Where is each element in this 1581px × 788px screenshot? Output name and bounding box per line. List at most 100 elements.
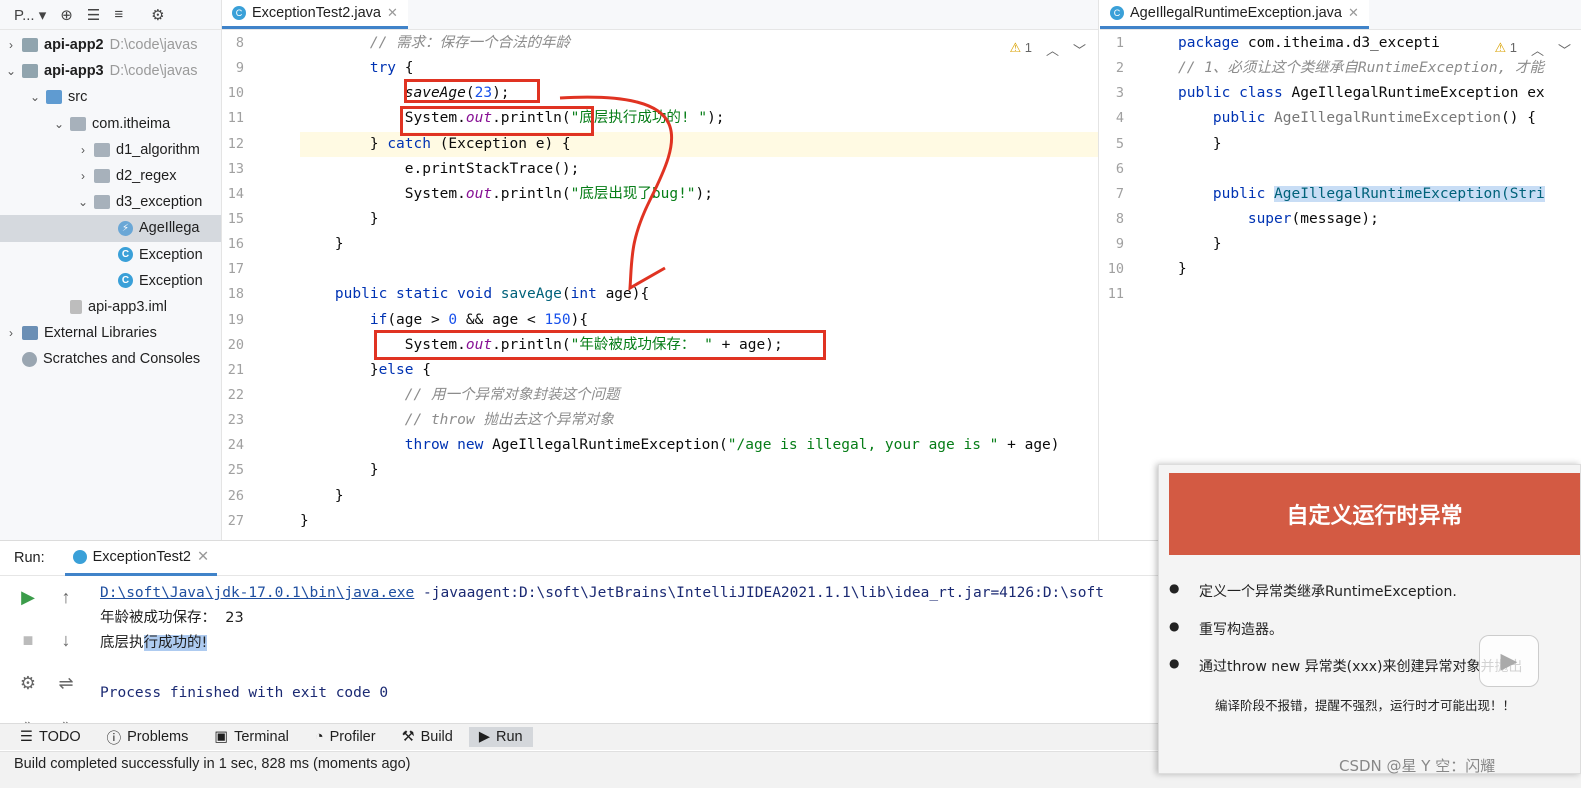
arrow-down-icon[interactable]: ↓ bbox=[62, 630, 71, 651]
line-number-gutter: 1 2 3 4 5 6 7 8 9 10 11 bbox=[1100, 31, 1166, 308]
watermark: CSDN @星 Y 空：闪耀 bbox=[1339, 757, 1496, 775]
tab-ageillegalruntimeexception[interactable]: C AgeIllegalRuntimeException.java ✕ bbox=[1100, 0, 1369, 29]
terminal-tool[interactable]: ▣ Terminal bbox=[214, 729, 289, 745]
editor-main[interactable]: C ExceptionTest2.java ✕ ⚠ 1 ︿ ﹀ 8 9 10 11 12… bbox=[222, 0, 1099, 540]
tree-item-label: AgeIllega bbox=[139, 220, 200, 237]
line-number: 6 bbox=[1115, 160, 1124, 177]
tree-item[interactable]: Scratches and Consoles bbox=[0, 346, 221, 372]
chevron-down-icon[interactable]: ⌄ bbox=[76, 195, 90, 209]
chevron-down-icon[interactable]: ⌄ bbox=[52, 117, 66, 131]
code-line: } bbox=[300, 462, 379, 479]
code-line: } bbox=[300, 210, 379, 227]
code-line: public class AgeIllegalRuntimeException … bbox=[1178, 85, 1545, 102]
module-icon bbox=[22, 64, 38, 79]
arrow-up-icon[interactable]: ↑ bbox=[62, 587, 71, 608]
pkg-icon bbox=[94, 142, 110, 157]
java-args: -javaagent:D:\soft\JetBrains\IntelliJIDE… bbox=[414, 585, 1104, 601]
pkg-icon bbox=[94, 195, 110, 210]
line-number: 4 bbox=[1115, 110, 1124, 127]
tree-item-path: D:\code\javas bbox=[109, 63, 198, 80]
tree-item-label: d2_regex bbox=[116, 168, 177, 185]
locate-icon[interactable]: ⊕ bbox=[60, 6, 73, 24]
gear-icon[interactable]: ⚙ bbox=[151, 6, 164, 24]
expand-all-icon[interactable]: ☰ bbox=[87, 6, 100, 24]
tree-item[interactable]: C Exception bbox=[0, 268, 221, 294]
src-icon bbox=[46, 90, 62, 105]
stop-icon[interactable]: ■ bbox=[23, 630, 34, 651]
chevron-right-icon[interactable]: › bbox=[4, 326, 18, 340]
chevron-right-icon[interactable]: › bbox=[4, 38, 18, 52]
tree-item[interactable]: › api-app2 D:\code\javas bbox=[0, 32, 221, 58]
project-view-selector[interactable]: P... ▾ bbox=[14, 6, 46, 24]
line-number: 17 bbox=[227, 261, 244, 278]
pkg-icon bbox=[94, 169, 110, 184]
tool-label: Problems bbox=[127, 729, 189, 745]
tree-item-label: api-app2 bbox=[44, 37, 104, 54]
line-number: 15 bbox=[227, 210, 244, 227]
tree-item[interactable]: › External Libraries bbox=[0, 320, 221, 346]
tab-exceptiontest2[interactable]: C ExceptionTest2.java ✕ bbox=[222, 0, 408, 29]
annotation-box bbox=[404, 79, 540, 103]
tree-item-label: d3_exception bbox=[116, 194, 203, 211]
tree-item-label: api-app3.iml bbox=[88, 298, 167, 315]
profiler-tool[interactable]: ◔ Profiler bbox=[315, 729, 376, 745]
build-tool[interactable]: ⚒ Build bbox=[402, 729, 453, 745]
line-number: 23 bbox=[227, 412, 244, 429]
tab-run-exceptiontest2[interactable]: ExceptionTest2 ✕ bbox=[64, 541, 218, 576]
tool-label: Run bbox=[495, 729, 523, 745]
chevron-right-icon[interactable]: › bbox=[76, 143, 90, 157]
list-icon: ☰ bbox=[20, 729, 33, 745]
close-icon[interactable]: ✕ bbox=[387, 5, 398, 21]
tree-item[interactable]: C Exception bbox=[0, 242, 221, 268]
settings-icon[interactable]: ⚙ bbox=[20, 673, 36, 694]
line-number: 11 bbox=[1107, 286, 1124, 303]
tree-item[interactable]: › d2_regex bbox=[0, 163, 221, 189]
class-icon: C bbox=[232, 5, 246, 20]
code-line: // 需求：保存一个合法的年龄 bbox=[369, 35, 571, 51]
code-line: } bbox=[300, 487, 344, 504]
tree-item-label: Scratches and Consoles bbox=[43, 351, 201, 368]
tree-item[interactable]: › d1_algorithm bbox=[0, 137, 221, 163]
java-path-link[interactable]: D:\soft\Java\jdk-17.0.1\bin\java.exe bbox=[100, 585, 414, 601]
chevron-right-icon[interactable]: › bbox=[76, 169, 90, 183]
todo-tool[interactable]: ☰ TODO bbox=[20, 729, 81, 745]
code-area[interactable]: package com.itheima.d3_excepti // 1、必须让这… bbox=[1178, 31, 1581, 308]
tree-item[interactable]: ⌄ com.itheima bbox=[0, 111, 221, 137]
run-tool[interactable]: ▶ Run bbox=[468, 727, 533, 747]
wrap-icon[interactable]: ⇌ bbox=[58, 673, 73, 694]
slide-overlay: 自定义运行时异常 定义一个异常类继承RuntimeException. 重写构造… bbox=[1158, 464, 1581, 775]
code-line: // 1、必须让这个类继承自RuntimeException, 才能 bbox=[1178, 60, 1545, 77]
rerun-icon[interactable]: ▶ bbox=[21, 587, 35, 608]
code-line: } bbox=[1178, 135, 1222, 152]
close-icon[interactable]: ✕ bbox=[197, 549, 209, 565]
editor2-tabbar: C AgeIllegalRuntimeException.java ✕ bbox=[1100, 0, 1581, 30]
exception-class-icon: C bbox=[1110, 5, 1124, 20]
line-number: 27 bbox=[227, 512, 244, 529]
code-line: System.out.println("底层出现了bug!"); bbox=[300, 185, 714, 202]
tree-item[interactable]: ⌄ d3_exception bbox=[0, 189, 221, 215]
code-line: // 用一个异常对象封装这个问题 bbox=[404, 386, 620, 403]
slide-bullet: 通过throw new 异常类(xxx)来创建异常对象并抛出 bbox=[1169, 656, 1522, 676]
tree-item[interactable]: ⌄ api-app3 D:\code\javas bbox=[0, 58, 221, 84]
line-number: 25 bbox=[227, 462, 244, 479]
console-selected-text: 行成功的! bbox=[143, 635, 208, 651]
console-text: 底层执 bbox=[100, 635, 144, 651]
chevron-down-icon[interactable]: ⌄ bbox=[28, 90, 42, 104]
code-line: e.printStackTrace(); bbox=[300, 160, 580, 177]
close-icon[interactable]: ✕ bbox=[1348, 5, 1359, 21]
tree-item[interactable]: api-app3.iml bbox=[0, 294, 221, 320]
line-number: 19 bbox=[227, 311, 244, 328]
lib-icon bbox=[22, 326, 38, 341]
exc-icon: ⚡ bbox=[118, 220, 133, 236]
module-icon bbox=[22, 38, 38, 53]
code-line: if(age > 0 && age < 150){ bbox=[369, 311, 589, 328]
tree-item[interactable]: ⌄ src bbox=[0, 84, 221, 110]
tree-item[interactable]: ⚡ AgeIllega bbox=[0, 215, 221, 242]
play-icon[interactable]: ▶ bbox=[1479, 635, 1539, 687]
chevron-down-icon[interactable]: ⌄ bbox=[4, 64, 18, 78]
collapse-all-icon[interactable]: ≡ bbox=[114, 6, 123, 23]
editor-secondary[interactable]: C AgeIllegalRuntimeException.java ✕ ⚠ 1 … bbox=[1100, 0, 1581, 540]
problems-tool[interactable]: ⓘ Problems bbox=[107, 727, 189, 748]
